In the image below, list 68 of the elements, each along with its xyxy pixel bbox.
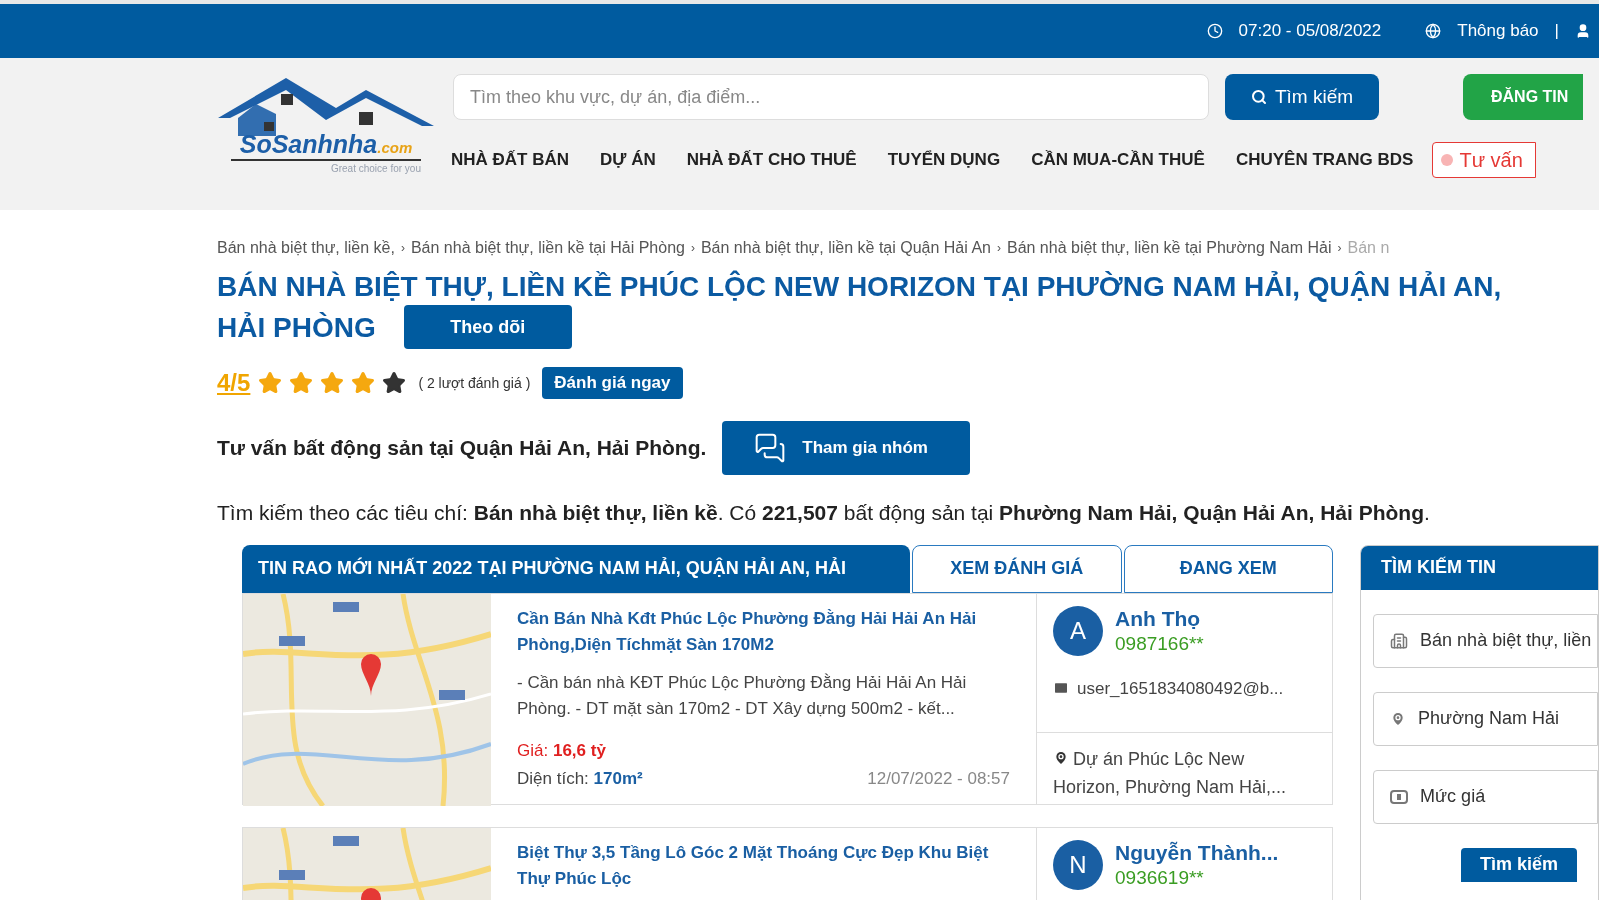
chat-icon [754, 432, 787, 464]
nav-link[interactable]: TUYỂN DỤNG [887, 147, 1001, 173]
breadcrumb-link[interactable]: Bán nhà biệt thự, liền kề tại Quận Hải An [700, 236, 991, 260]
breadcrumb-separator: › [1337, 240, 1342, 257]
star-icon [351, 371, 376, 395]
panel-search-button[interactable]: Tìm kiếm [1461, 847, 1578, 882]
agent-phone[interactable]: 0987166** [1115, 631, 1204, 656]
agent-phone[interactable]: 0936619** [1115, 865, 1279, 890]
agent-name[interactable]: Nguyễn Thành... [1115, 839, 1279, 866]
breadcrumb-separator: › [690, 240, 695, 257]
area-label: Diện tích: [517, 769, 589, 788]
area-value: 170m² [593, 769, 643, 788]
nav-link[interactable]: DỰ ÁN [600, 147, 656, 173]
rating-score: 4/5 [217, 368, 251, 398]
follow-button[interactable]: Theo dõi [403, 305, 572, 349]
star-icon [258, 371, 283, 395]
listing-tab[interactable]: ĐANG XEM [1123, 544, 1334, 593]
page-title: BÁN NHÀ BIỆT THỰ, LIỀN KỀ PHÚC LỘC NEW HORIZON TẠI PHƯỜNG NAM HẢI, QUẬN HẢI AN, [217, 269, 1503, 304]
rating-count: ( 2 lượt đánh giá ) [418, 373, 531, 393]
filter-field[interactable]: Mức giá [1373, 769, 1598, 824]
money-icon [1390, 789, 1409, 804]
nav-link[interactable]: CHUYÊN TRANG BDS [1235, 147, 1414, 173]
search-field[interactable]: Tìm theo khu vực, dự án, địa điểm... [453, 74, 1209, 120]
panel-title: TÌM KIẾM TIN [1381, 555, 1497, 579]
agent-avatar: N [1053, 839, 1103, 890]
nav-link[interactable]: NHÀ ĐẤT CHO THUÊ [686, 147, 857, 173]
agent-avatar: A [1053, 605, 1103, 656]
map-pin-icon [1053, 749, 1069, 766]
breadcrumb-link[interactable]: Bán nhà biệt thự, liền kề tại Hải Phòng [410, 236, 685, 260]
breadcrumb-link[interactable]: Bán nhà biệt thự, liền kề tại Phường Nam Hải [1006, 236, 1332, 260]
search-icon [1250, 89, 1267, 105]
listing-location: Dự án Phúc Lộc New Horizon, Phường Nam Hải,... [1053, 747, 1287, 799]
star-icon [382, 371, 407, 395]
breadcrumb-link[interactable]: Bán nhà biệt thự, liền kề, [217, 236, 395, 260]
user-icon[interactable] [1575, 23, 1591, 39]
filter-field[interactable]: Phường Nam Hải [1373, 691, 1598, 746]
listing-description: - Cần bán nhà KĐT Phúc Lộc Phường Đằng Hải Hải An Hải Phòng. - DT mặt sàn 170m2 - DT Xây dựng 500m2 - kết... [517, 671, 968, 720]
breadcrumb-separator: › [400, 240, 405, 257]
search-button[interactable]: Tìm kiếm [1225, 74, 1379, 120]
listing-tab[interactable]: TIN RAO MỚI NHẤT 2022 TẠI PHƯỜNG NAM HẢI, QUẬN HẢI AN, HẢI [242, 544, 910, 593]
star-icon [289, 371, 314, 395]
search-summary: Tìm kiếm theo các tiêu chí: Bán nhà biệt thự, liền kề. Có 221,507 bất động sản tại Phường Nam Hải, Quận Hải An, Hải Phòng. [217, 500, 1431, 526]
clock-icon [1206, 23, 1223, 39]
logo-wordmark: SoSanhnha.com [239, 132, 413, 157]
nav-link[interactable]: NHÀ ĐẤT BÁN [451, 147, 570, 173]
listing-tab[interactable]: XEM ĐÁNH GIÁ [912, 544, 1122, 593]
agent-name[interactable]: Anh Thọ [1115, 605, 1204, 632]
breadcrumb-separator: › [996, 240, 1001, 257]
separator: | [1554, 20, 1559, 43]
price-value: 16,6 tỷ [552, 740, 606, 760]
nav-link[interactable]: CẦN MUA-CẦN THUÊ [1031, 147, 1205, 173]
filter-field[interactable]: Bán nhà biệt thự, liền [1373, 613, 1598, 668]
star-icon [320, 371, 345, 395]
agent-email: user_1651834080492@b... [1077, 677, 1284, 700]
listing-title[interactable]: Biệt Thự 3,5 Tầng Lô Góc 2 Mặt Thoáng Cực Đẹp Khu Biệt Thự Phúc Lộc [517, 839, 1010, 892]
join-group-button[interactable]: Tham gia nhóm [722, 421, 971, 475]
price-label: Giá: [517, 740, 549, 760]
group-heading: Tư vấn bất động sản tại Quận Hải An, Hải Phòng. [217, 435, 707, 462]
logo-tagline: Great choice for you [330, 162, 421, 176]
date-time: 07:20 - 05/08/2022 [1238, 20, 1382, 43]
consult-button[interactable]: Tư vấn [1432, 142, 1536, 178]
page-title: HẢI PHÒNG [217, 310, 376, 345]
globe-icon [1425, 23, 1442, 39]
notifications-link[interactable]: Thông báo [1457, 18, 1539, 44]
listing-title[interactable]: Cần Bán Nhà Kđt Phúc Lộc Phường Đằng Hải Hải An Hải Phòng,Diện Tíchmặt Sàn 170M2 [517, 605, 1010, 658]
building-icon [1390, 631, 1409, 650]
post-date: 12/07/2022 - 08:57 [867, 768, 1010, 790]
rate-now-button[interactable]: Đánh giá ngay [542, 367, 683, 399]
